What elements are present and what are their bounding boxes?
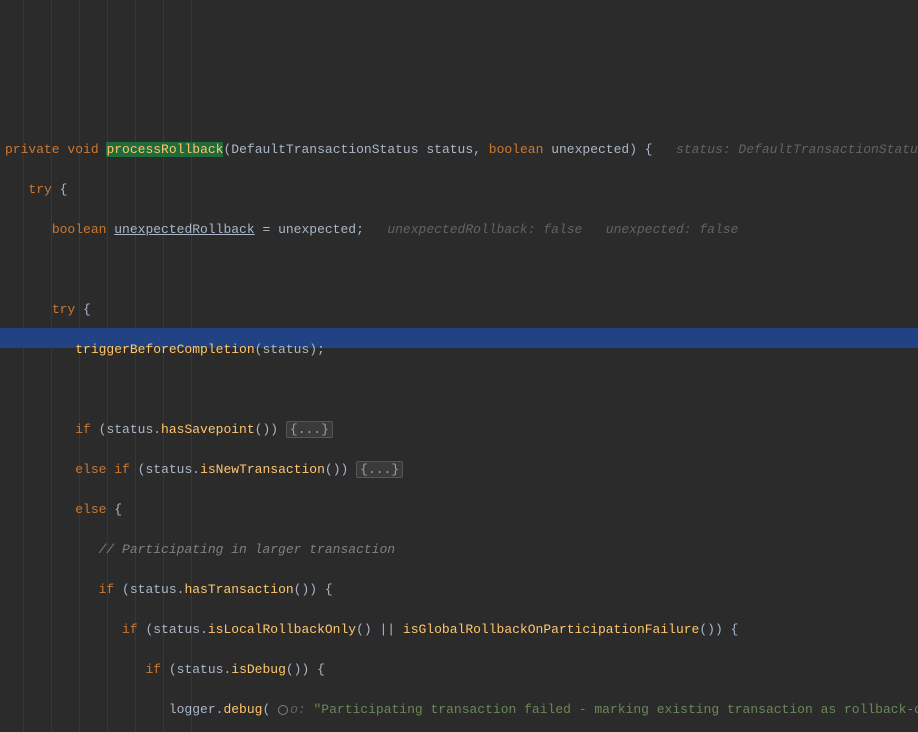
method-name-highlight: processRollback xyxy=(106,142,223,157)
param-hint-icon xyxy=(278,705,288,715)
code-line[interactable]: private void processRollback(DefaultTran… xyxy=(0,140,918,160)
fold-region[interactable]: {...} xyxy=(286,421,333,438)
code-line[interactable] xyxy=(0,380,918,400)
code-line[interactable]: if (status.isDebug()) { xyxy=(0,660,918,680)
code-line[interactable]: if (status.isLocalRollbackOnly() || isGl… xyxy=(0,620,918,640)
code-line[interactable]: logger.debug( o: "Participating transact… xyxy=(0,700,918,720)
code-line[interactable]: try { xyxy=(0,180,918,200)
code-line[interactable]: try { xyxy=(0,300,918,320)
code-line[interactable]: else if (status.isNewTransaction()) {...… xyxy=(0,460,918,480)
code-line[interactable]: // Participating in larger transaction xyxy=(0,540,918,560)
code-line[interactable]: if (status.hasTransaction()) { xyxy=(0,580,918,600)
code-line[interactable]: triggerBeforeCompletion(status); xyxy=(0,340,918,360)
code-line[interactable]: if (status.hasSavepoint()) {...} xyxy=(0,420,918,440)
code-editor[interactable]: private void processRollback(DefaultTran… xyxy=(0,0,918,732)
fold-region[interactable]: {...} xyxy=(356,461,403,478)
code-line[interactable]: boolean unexpectedRollback = unexpected;… xyxy=(0,220,918,240)
code-line[interactable] xyxy=(0,260,918,280)
inline-hint: status: DefaultTransactionStatus@8751 xyxy=(676,142,918,157)
code-line[interactable]: else { xyxy=(0,500,918,520)
